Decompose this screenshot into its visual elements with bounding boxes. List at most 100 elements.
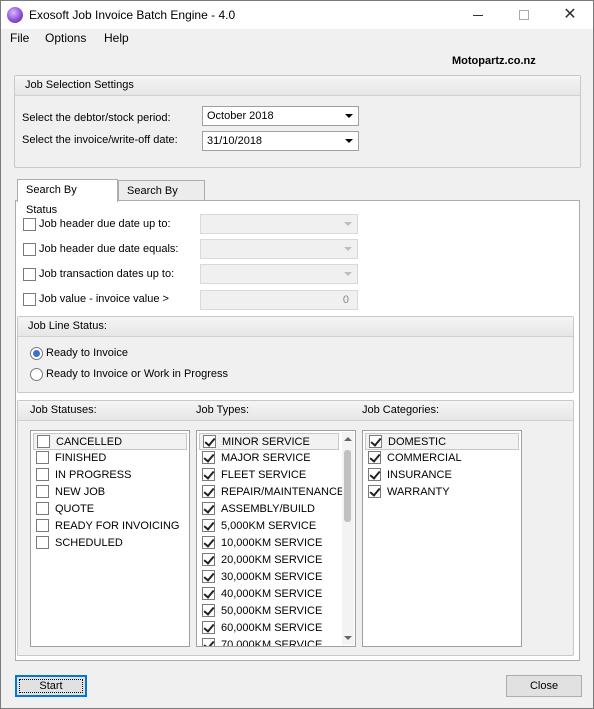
radio-label-ready-to-invoice: Ready to Invoice [46, 347, 128, 359]
job-type-checkbox[interactable] [202, 536, 215, 549]
radio-ready-to-invoice[interactable] [30, 347, 43, 360]
job-status-checkbox[interactable] [36, 536, 49, 549]
job-status-label: CANCELLED [56, 436, 123, 448]
job-type-item[interactable]: FLEET SERVICE [199, 467, 339, 484]
job-type-checkbox[interactable] [202, 553, 215, 566]
header-due-equals-picker[interactable] [200, 239, 358, 259]
job-type-item[interactable]: 5,000KM SERVICE [199, 518, 339, 535]
job-type-checkbox[interactable] [202, 468, 215, 481]
header-due-up-to-picker[interactable] [200, 214, 358, 234]
filter-checkbox-job-value[interactable] [23, 293, 36, 306]
job-status-checkbox[interactable] [36, 502, 49, 515]
job-category-checkbox[interactable] [368, 485, 381, 498]
chevron-down-icon [344, 247, 352, 251]
tab-search-by-status[interactable]: Search By Status [17, 179, 118, 216]
job-type-label: MAJOR SERVICE [221, 452, 311, 464]
job-status-checkbox[interactable] [36, 519, 49, 532]
job-type-checkbox[interactable] [202, 604, 215, 617]
chevron-down-icon [345, 114, 353, 118]
radio-ready-or-wip[interactable] [30, 368, 43, 381]
window-title: Exosoft Job Invoice Batch Engine - 4.0 [29, 8, 236, 22]
job-category-checkbox[interactable] [368, 451, 381, 464]
chevron-down-icon [345, 139, 353, 143]
job-status-item[interactable]: NEW JOB [33, 484, 187, 501]
scroll-down-icon[interactable] [344, 636, 352, 640]
scroll-thumb[interactable] [344, 450, 351, 522]
scroll-up-icon[interactable] [344, 437, 352, 441]
job-type-item[interactable]: MAJOR SERVICE [199, 450, 339, 467]
period-label: Select the debtor/stock period: [22, 112, 171, 124]
filter-checkbox-header-due-equals[interactable] [23, 243, 36, 256]
job-category-checkbox[interactable] [368, 468, 381, 481]
invoice-date-picker[interactable]: 31/10/2018 [202, 131, 359, 151]
job-status-item[interactable]: READY FOR INVOICING [33, 518, 187, 535]
minimize-button[interactable] [455, 1, 501, 29]
job-category-item[interactable]: INSURANCE [365, 467, 519, 484]
job-status-item[interactable]: IN PROGRESS [33, 467, 187, 484]
tab-search-by-job[interactable]: Search By Job [118, 180, 205, 217]
job-value-input[interactable]: 0 [200, 290, 358, 310]
filter-checkbox-transaction-dates[interactable] [23, 268, 36, 281]
job-type-item[interactable]: ASSEMBLY/BUILD [199, 501, 339, 518]
job-status-label: IN PROGRESS [55, 469, 132, 481]
job-statuses-heading: Job Statuses: [30, 404, 97, 416]
job-category-checkbox[interactable] [369, 435, 382, 448]
job-type-label: FLEET SERVICE [221, 469, 307, 481]
close-icon: ✕ [563, 6, 577, 23]
job-type-item[interactable]: 40,000KM SERVICE [199, 586, 339, 603]
job-type-checkbox[interactable] [202, 621, 215, 634]
job-types-list[interactable]: MINOR SERVICE MAJOR SERVICE FLEET SERVICE R… [196, 430, 356, 647]
job-status-item[interactable]: SCHEDULED [33, 535, 187, 552]
job-type-checkbox[interactable] [202, 587, 215, 600]
job-category-label: INSURANCE [387, 469, 452, 481]
job-type-item[interactable]: 30,000KM SERVICE [199, 569, 339, 586]
filter-label-header-due-up-to: Job header due date up to: [39, 218, 171, 230]
job-category-item[interactable]: DOMESTIC [365, 433, 519, 450]
start-button[interactable]: Start [15, 675, 87, 697]
menu-options[interactable]: Options [43, 31, 88, 45]
job-category-label: COMMERCIAL [387, 452, 462, 464]
job-status-label: QUOTE [55, 503, 95, 515]
job-category-item[interactable]: WARRANTY [365, 484, 519, 501]
menu-file[interactable]: File [8, 31, 31, 45]
job-type-item[interactable]: 60,000KM SERVICE [199, 620, 339, 637]
job-status-checkbox[interactable] [37, 435, 50, 448]
job-type-item[interactable]: REPAIR/MAINTENANCE [199, 484, 344, 501]
maximize-button[interactable] [501, 1, 547, 29]
transaction-dates-picker[interactable] [200, 264, 358, 284]
invoice-date-label: Select the invoice/write-off date: [22, 134, 178, 146]
job-type-checkbox[interactable] [203, 435, 216, 448]
close-button[interactable]: Close [506, 675, 582, 697]
title-bar: Exosoft Job Invoice Batch Engine - 4.0 ✕ [1, 1, 593, 29]
job-status-label: SCHEDULED [55, 537, 123, 549]
job-status-checkbox[interactable] [36, 451, 49, 464]
menu-help[interactable]: Help [102, 31, 131, 45]
job-type-item[interactable]: MINOR SERVICE [199, 433, 339, 450]
job-type-label: REPAIR/MAINTENANCE [221, 486, 345, 498]
job-type-item[interactable]: 10,000KM SERVICE [199, 535, 339, 552]
job-status-item[interactable]: QUOTE [33, 501, 187, 518]
job-type-label: ASSEMBLY/BUILD [221, 503, 315, 515]
job-type-checkbox[interactable] [202, 451, 215, 464]
close-window-button[interactable]: ✕ [547, 1, 593, 29]
job-type-checkbox[interactable] [202, 519, 215, 532]
job-type-checkbox[interactable] [202, 638, 215, 646]
job-status-checkbox[interactable] [36, 468, 49, 481]
job-status-item[interactable]: CANCELLED [33, 433, 187, 450]
job-type-item[interactable]: 70,000KM SERVICE [199, 637, 339, 646]
job-status-checkbox[interactable] [36, 485, 49, 498]
job-statuses-list[interactable]: CANCELLED FINISHED IN PROGRESS NEW JOB QUOTE… [30, 430, 190, 647]
job-status-label: FINISHED [55, 452, 107, 464]
job-type-item[interactable]: 20,000KM SERVICE [199, 552, 339, 569]
job-type-item[interactable]: 50,000KM SERVICE [199, 603, 339, 620]
job-type-checkbox[interactable] [202, 502, 215, 515]
job-type-checkbox[interactable] [202, 485, 215, 498]
job-type-checkbox[interactable] [202, 570, 215, 583]
period-select[interactable]: October 2018 [202, 106, 359, 126]
job-status-item[interactable]: FINISHED [33, 450, 187, 467]
job-categories-heading: Job Categories: [362, 404, 440, 416]
job-type-label: 40,000KM SERVICE [221, 588, 323, 600]
job-types-scrollbar[interactable] [342, 432, 354, 645]
job-category-item[interactable]: COMMERCIAL [365, 450, 519, 467]
job-categories-list[interactable]: DOMESTIC COMMERCIAL INSURANCE WARRANTY [362, 430, 522, 647]
